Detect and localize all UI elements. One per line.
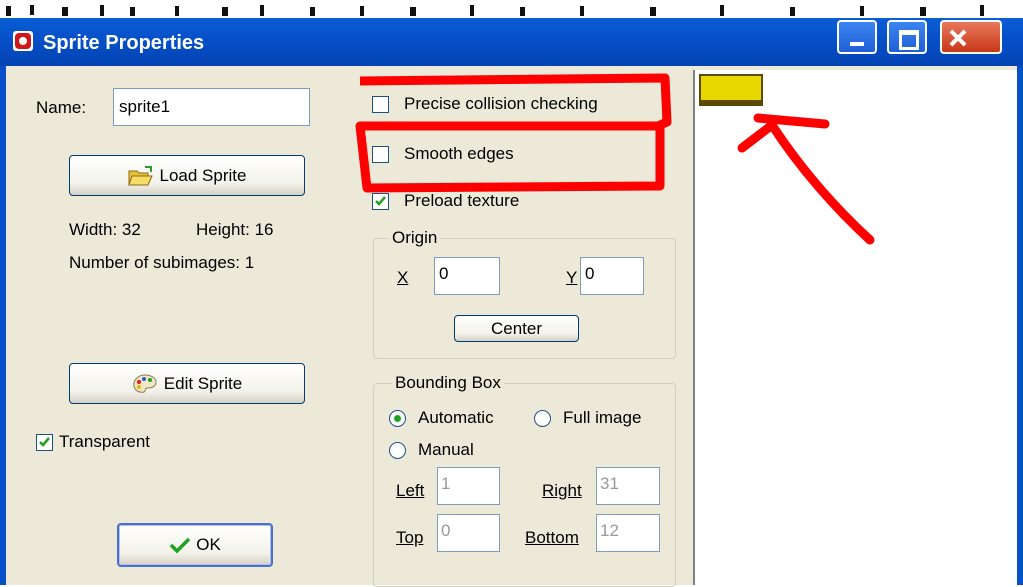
- load-sprite-button[interactable]: Load Sprite: [69, 155, 305, 196]
- center-label: Center: [490, 318, 543, 338]
- edit-sprite-button[interactable]: Edit Sprite: [69, 363, 305, 404]
- width-info: Width: 32: [69, 220, 141, 239]
- automatic-label: Automatic: [418, 408, 494, 427]
- palette-icon: [133, 373, 157, 393]
- window-title: Sprite Properties: [43, 32, 205, 54]
- ok-checkmark-icon: [169, 537, 191, 554]
- right-label: Right: [542, 481, 582, 501]
- right-input[interactable]: 31: [596, 467, 660, 505]
- origin-x-text: X: [397, 268, 409, 287]
- checkmark-icon: [39, 437, 50, 447]
- folder-open-icon: [127, 165, 153, 185]
- height-info: Height: 16: [196, 220, 274, 239]
- transparent-checkbox[interactable]: [36, 434, 53, 451]
- app-icon: [13, 31, 33, 51]
- origin-title: Origin: [389, 228, 441, 248]
- ok-label: OK: [196, 535, 221, 554]
- manual-label: Manual: [418, 440, 474, 459]
- name-input[interactable]: sprite1: [113, 88, 310, 126]
- bounding-box-title: Bounding Box: [392, 373, 504, 393]
- top-input[interactable]: 0: [437, 514, 500, 552]
- name-label: Name:: [36, 98, 86, 118]
- right-text: Right: [542, 481, 582, 500]
- bottom-text: Bottom: [525, 528, 579, 547]
- maximize-icon[interactable]: [887, 20, 927, 54]
- title-bar[interactable]: Sprite Properties: [0, 18, 1023, 66]
- bottom-input[interactable]: 12: [596, 514, 660, 552]
- origin-y-input[interactable]: 0: [580, 257, 644, 295]
- center-button[interactable]: Center: [454, 315, 579, 342]
- origin-y-text: Y: [566, 268, 578, 287]
- origin-x-input[interactable]: 0: [434, 257, 500, 295]
- bottom-label: Bottom: [525, 528, 579, 548]
- name-label-text: Name:: [36, 98, 87, 117]
- window-frame-right: [1017, 66, 1023, 585]
- preview-canvas: [699, 74, 763, 106]
- left-text: Left: [396, 481, 425, 500]
- transparent-label: Transparent: [59, 432, 151, 451]
- origin-x-label: X: [397, 268, 408, 288]
- minimize-icon[interactable]: [837, 20, 877, 54]
- smooth-edges-label: Smooth edges: [404, 144, 514, 163]
- subimages-info: Number of subimages: 1: [69, 253, 255, 272]
- full-image-radio[interactable]: [534, 410, 551, 427]
- origin-y-label: Y: [566, 268, 577, 288]
- left-label: Left: [396, 481, 424, 501]
- load-sprite-label: Load Sprite: [159, 165, 247, 185]
- left-input[interactable]: 1: [437, 467, 500, 505]
- window-frame-left: [0, 66, 6, 585]
- full-image-label: Full image: [563, 408, 642, 427]
- ok-button[interactable]: OK: [117, 523, 273, 567]
- manual-radio[interactable]: [389, 442, 406, 459]
- automatic-radio[interactable]: [389, 410, 406, 427]
- smooth-edges-checkbox[interactable]: [372, 146, 389, 163]
- cropped-text-fragments: [6, 5, 984, 16]
- sprite-preview-area: [693, 70, 1017, 585]
- precise-collision-checkbox[interactable]: [372, 96, 389, 113]
- top-label: Top: [396, 528, 423, 548]
- close-icon[interactable]: [940, 20, 1002, 54]
- edit-sprite-label: Edit Sprite: [163, 373, 243, 393]
- precise-collision-label: Precise collision checking: [404, 94, 598, 113]
- sprite-properties-window: Sprite Properties Name: sprite1 Load Spr…: [0, 18, 1023, 587]
- sprite-image-shadow: [700, 100, 762, 105]
- preload-checkmark-icon: [375, 196, 386, 206]
- preload-texture-checkbox[interactable]: [372, 193, 389, 210]
- top-text: Top: [396, 528, 424, 547]
- preload-texture-label: Preload texture: [404, 191, 520, 210]
- cropped-top-strip: [0, 0, 1023, 18]
